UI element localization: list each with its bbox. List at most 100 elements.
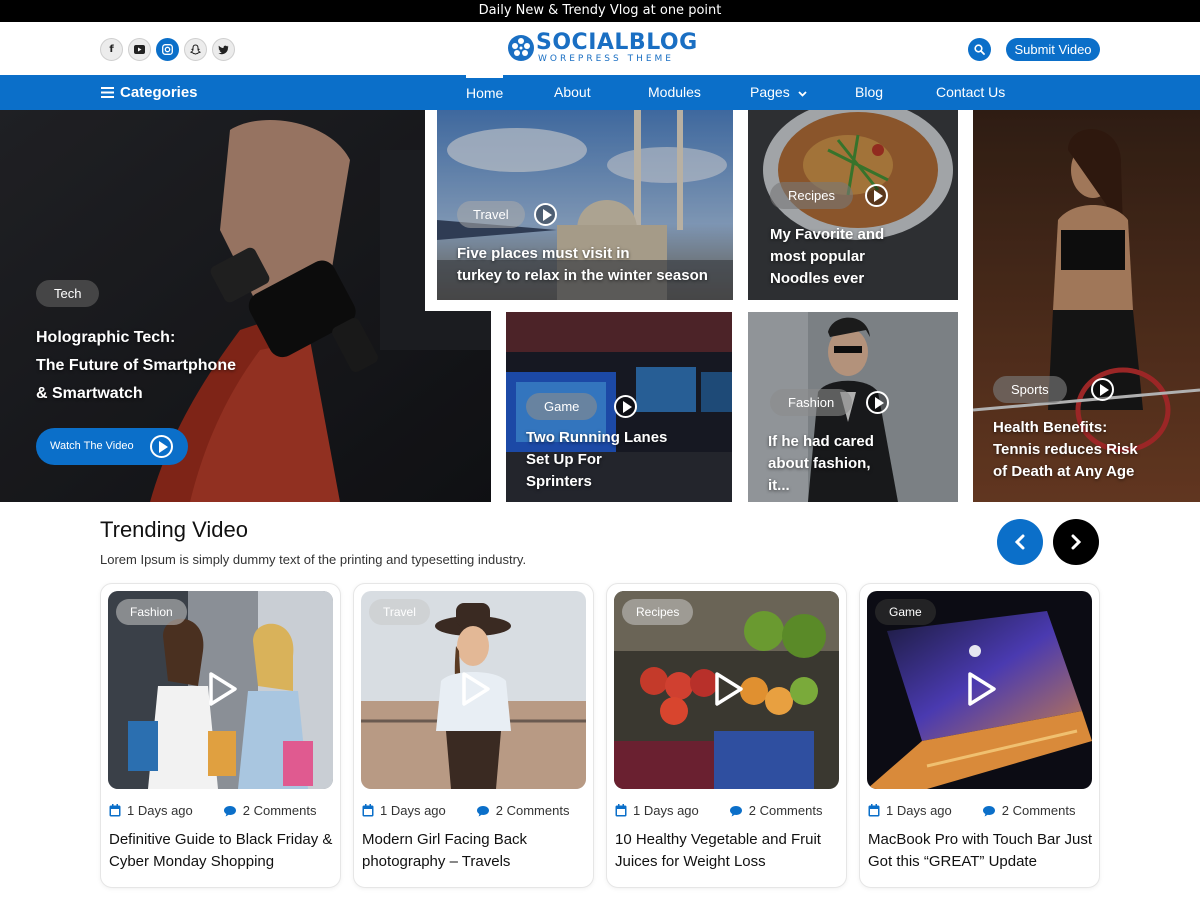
facebook-icon[interactable]: f — [100, 38, 123, 61]
category-tag-fashion[interactable]: Fashion — [770, 389, 853, 416]
top-announcement-bar: Daily New & Trendy Vlog at one point — [0, 0, 1200, 22]
hero-tile-game[interactable]: Game Two Running Lanes Set Up For Sprint… — [506, 312, 732, 502]
snapchat-icon[interactable] — [184, 38, 207, 61]
logo-reel-icon — [508, 35, 534, 61]
play-icon[interactable] — [456, 671, 492, 707]
comment-icon — [223, 805, 236, 816]
card-date: 1 Days ago — [633, 803, 699, 818]
tile-title-line: it... — [768, 477, 790, 494]
nav-home[interactable]: Home — [466, 75, 504, 110]
site-header: f SOCIALBLOG WOREPRESS THEME Submit Vide… — [0, 22, 1200, 75]
card-date: 1 Days ago — [886, 803, 952, 818]
video-thumbnail[interactable]: Travel — [361, 591, 586, 789]
video-card[interactable]: Game 1 Days ago 2 Comments MacBook Pro w… — [859, 583, 1100, 888]
carousel-next-button[interactable] — [1053, 519, 1099, 565]
video-thumbnail[interactable]: Game — [867, 591, 1092, 789]
hero-tile-fashion[interactable]: Fashion If he had cared about fashion, i… — [748, 312, 958, 502]
categories-label: Categories — [120, 84, 198, 101]
hero-tile-sports[interactable]: Sports Health Benefits: Tennis reduces R… — [973, 110, 1200, 502]
tile-title-line: Five places must visit in — [457, 245, 630, 262]
card-comments[interactable]: 2 Comments — [496, 803, 570, 818]
category-tag-game[interactable]: Game — [875, 599, 936, 625]
search-button[interactable] — [968, 38, 991, 61]
site-logo[interactable]: SOCIALBLOG WOREPRESS THEME — [506, 30, 697, 67]
play-icon[interactable] — [203, 671, 239, 707]
video-thumbnail[interactable]: Fashion — [108, 591, 333, 789]
calendar-icon — [362, 804, 374, 817]
watch-video-label: Watch The Video — [50, 440, 134, 452]
category-tag-tech[interactable]: Tech — [36, 280, 100, 307]
play-icon[interactable] — [866, 391, 889, 414]
card-title[interactable]: MacBook Pro with Touch Bar Just Got this… — [868, 829, 1096, 873]
nav-blog[interactable]: Blog — [855, 75, 883, 110]
card-title[interactable]: Modern Girl Facing Back photography – Tr… — [362, 829, 590, 873]
card-comments[interactable]: 2 Comments — [1002, 803, 1076, 818]
tile-title-line: Set Up For — [526, 451, 602, 468]
nav-contact[interactable]: Contact Us — [936, 75, 1005, 110]
submit-video-button[interactable]: Submit Video — [1006, 38, 1100, 61]
hero-tile-travel-title[interactable]: Five places must visit in turkey to rela… — [457, 243, 733, 287]
card-meta: 1 Days ago 2 Comments — [362, 803, 569, 818]
hero-tile-sports-title[interactable]: Health Benefits: Tennis reduces Risk of … — [993, 417, 1198, 483]
play-icon[interactable] — [962, 671, 998, 707]
tile-title-line: about fashion, — [768, 455, 871, 472]
hero-tile-recipes-title[interactable]: My Favorite and most popular Noodles eve… — [770, 224, 950, 290]
play-icon[interactable] — [709, 671, 745, 707]
hero-main-title[interactable]: Holographic Tech: The Future of Smartpho… — [36, 324, 236, 408]
category-tag-game[interactable]: Game — [526, 393, 598, 420]
video-card[interactable]: Recipes 1 Days ago 2 Comments 10 Healthy… — [606, 583, 847, 888]
play-icon[interactable] — [1091, 378, 1114, 401]
play-icon[interactable] — [614, 395, 637, 418]
category-tag-recipes[interactable]: Recipes — [770, 182, 853, 209]
logo-subtitle: WOREPRESS THEME — [538, 54, 674, 64]
category-tag-travel[interactable]: Travel — [369, 599, 430, 625]
hero-tile-fashion-title[interactable]: If he had cared about fashion, it... — [768, 431, 948, 497]
comment-icon — [476, 805, 489, 816]
watch-video-button[interactable]: Watch The Video — [36, 428, 188, 465]
video-card[interactable]: Fashion 1 Days ago 2 Comments Definitive… — [100, 583, 341, 888]
tile-title-line: turkey to relax in the winter season — [457, 267, 708, 284]
nav-about[interactable]: About — [554, 75, 591, 110]
categories-menu-button[interactable]: Categories — [101, 75, 198, 110]
hero-tile-game-title[interactable]: Two Running Lanes Set Up For Sprinters — [526, 427, 726, 493]
category-tag-sports[interactable]: Sports — [993, 376, 1067, 403]
card-meta: 1 Days ago 2 Comments — [868, 803, 1075, 818]
card-comments[interactable]: 2 Comments — [749, 803, 823, 818]
calendar-icon — [615, 804, 627, 817]
video-thumbnail[interactable]: Recipes — [614, 591, 839, 789]
instagram-icon[interactable] — [156, 38, 179, 61]
calendar-icon — [109, 804, 121, 817]
hero-tile-travel[interactable]: Travel Five places must visit in turkey … — [437, 110, 733, 300]
trending-title: Trending Video — [100, 517, 248, 542]
twitter-icon[interactable] — [212, 38, 235, 61]
hero-tile-recipes[interactable]: Recipes My Favorite and most popular Noo… — [748, 110, 958, 300]
nav-pages[interactable]: Pages — [750, 75, 807, 110]
hamburger-icon — [101, 87, 114, 98]
category-tag-fashion[interactable]: Fashion — [116, 599, 187, 625]
announcement-text: Daily New & Trendy Vlog at one point — [478, 3, 722, 18]
calendar-icon — [868, 804, 880, 817]
play-icon[interactable] — [534, 203, 557, 226]
nav-modules[interactable]: Modules — [648, 75, 701, 110]
video-card[interactable]: Travel 1 Days ago 2 Comments Modern Girl… — [353, 583, 594, 888]
hero-main-title-line: & Smartwatch — [36, 385, 143, 402]
card-meta: 1 Days ago 2 Comments — [109, 803, 316, 818]
tile-title-line: most popular — [770, 248, 866, 265]
category-tag-recipes[interactable]: Recipes — [622, 599, 694, 625]
social-links: f — [100, 38, 235, 61]
tile-title-line: My Favorite and — [770, 226, 885, 243]
carousel-prev-button[interactable] — [997, 519, 1043, 565]
category-tag-travel[interactable]: Travel — [457, 201, 525, 228]
tile-title-line: Tennis reduces Risk — [993, 441, 1138, 458]
tile-title-line: Health Benefits: — [993, 419, 1108, 436]
card-comments[interactable]: 2 Comments — [243, 803, 317, 818]
play-icon — [150, 435, 173, 458]
tile-title-line: If he had cared — [768, 433, 874, 450]
play-icon[interactable] — [865, 184, 888, 207]
hero-main-title-line: The Future of Smartphone — [36, 357, 236, 374]
youtube-icon[interactable] — [128, 38, 151, 61]
card-title[interactable]: 10 Healthy Vegetable and Fruit Juices fo… — [615, 829, 843, 873]
card-title[interactable]: Definitive Guide to Black Friday & Cyber… — [109, 829, 337, 873]
hero-main-title-line: Holographic Tech: — [36, 329, 176, 346]
nav-pages-label: Pages — [750, 84, 790, 100]
